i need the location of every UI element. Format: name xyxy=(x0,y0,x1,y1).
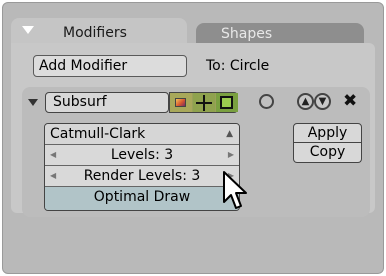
arrow-down-circle-icon[interactable]: ▼ xyxy=(314,93,331,110)
modifier-toggle-group xyxy=(169,92,238,113)
render-levels-field[interactable]: ◀ Render Levels: 3 ▶ xyxy=(45,166,239,187)
subdivision-type-label: Catmull-Clark xyxy=(50,126,146,142)
levels-label: Levels: 3 xyxy=(110,147,174,163)
copy-button[interactable]: Copy xyxy=(293,143,362,163)
plus-icon[interactable] xyxy=(193,93,215,112)
increment-icon[interactable]: ▶ xyxy=(228,145,234,165)
target-object-label: To: Circle xyxy=(206,58,270,74)
subdivision-type-select[interactable]: Catmull-Clark ▲▼ xyxy=(45,124,239,159)
render-icon[interactable] xyxy=(170,93,192,112)
decrement-icon[interactable]: ◀ xyxy=(50,166,56,186)
tab-modifiers-label[interactable]: Modifiers xyxy=(63,25,127,41)
mouse-cursor-icon xyxy=(223,171,247,209)
render-levels-label: Render Levels: 3 xyxy=(83,168,201,184)
decrement-icon[interactable]: ◀ xyxy=(50,145,56,165)
tab-shapes-label[interactable]: Shapes xyxy=(221,26,272,42)
levels-field[interactable]: ◀ Levels: 3 ▶ xyxy=(45,145,239,166)
edit-cage-icon[interactable] xyxy=(216,93,238,112)
expand-triangle-icon[interactable] xyxy=(28,99,38,106)
triangle-down-icon[interactable] xyxy=(22,26,34,34)
modifier-settings: Catmull-Clark ▲▼ ◀ Levels: 3 ▶ ◀ Render … xyxy=(44,123,240,211)
apply-button[interactable]: Apply xyxy=(293,123,362,143)
modifier-name-field[interactable]: Subsurf xyxy=(45,92,169,113)
arrow-up-circle-icon[interactable]: ▲ xyxy=(297,93,314,110)
circle-icon[interactable] xyxy=(259,94,274,109)
add-modifier-button[interactable]: Add Modifier xyxy=(33,55,187,77)
optimal-draw-label: Optimal Draw xyxy=(93,189,191,205)
close-icon[interactable]: ✖ xyxy=(343,91,357,111)
optimal-draw-toggle[interactable]: Optimal Draw xyxy=(45,187,239,210)
